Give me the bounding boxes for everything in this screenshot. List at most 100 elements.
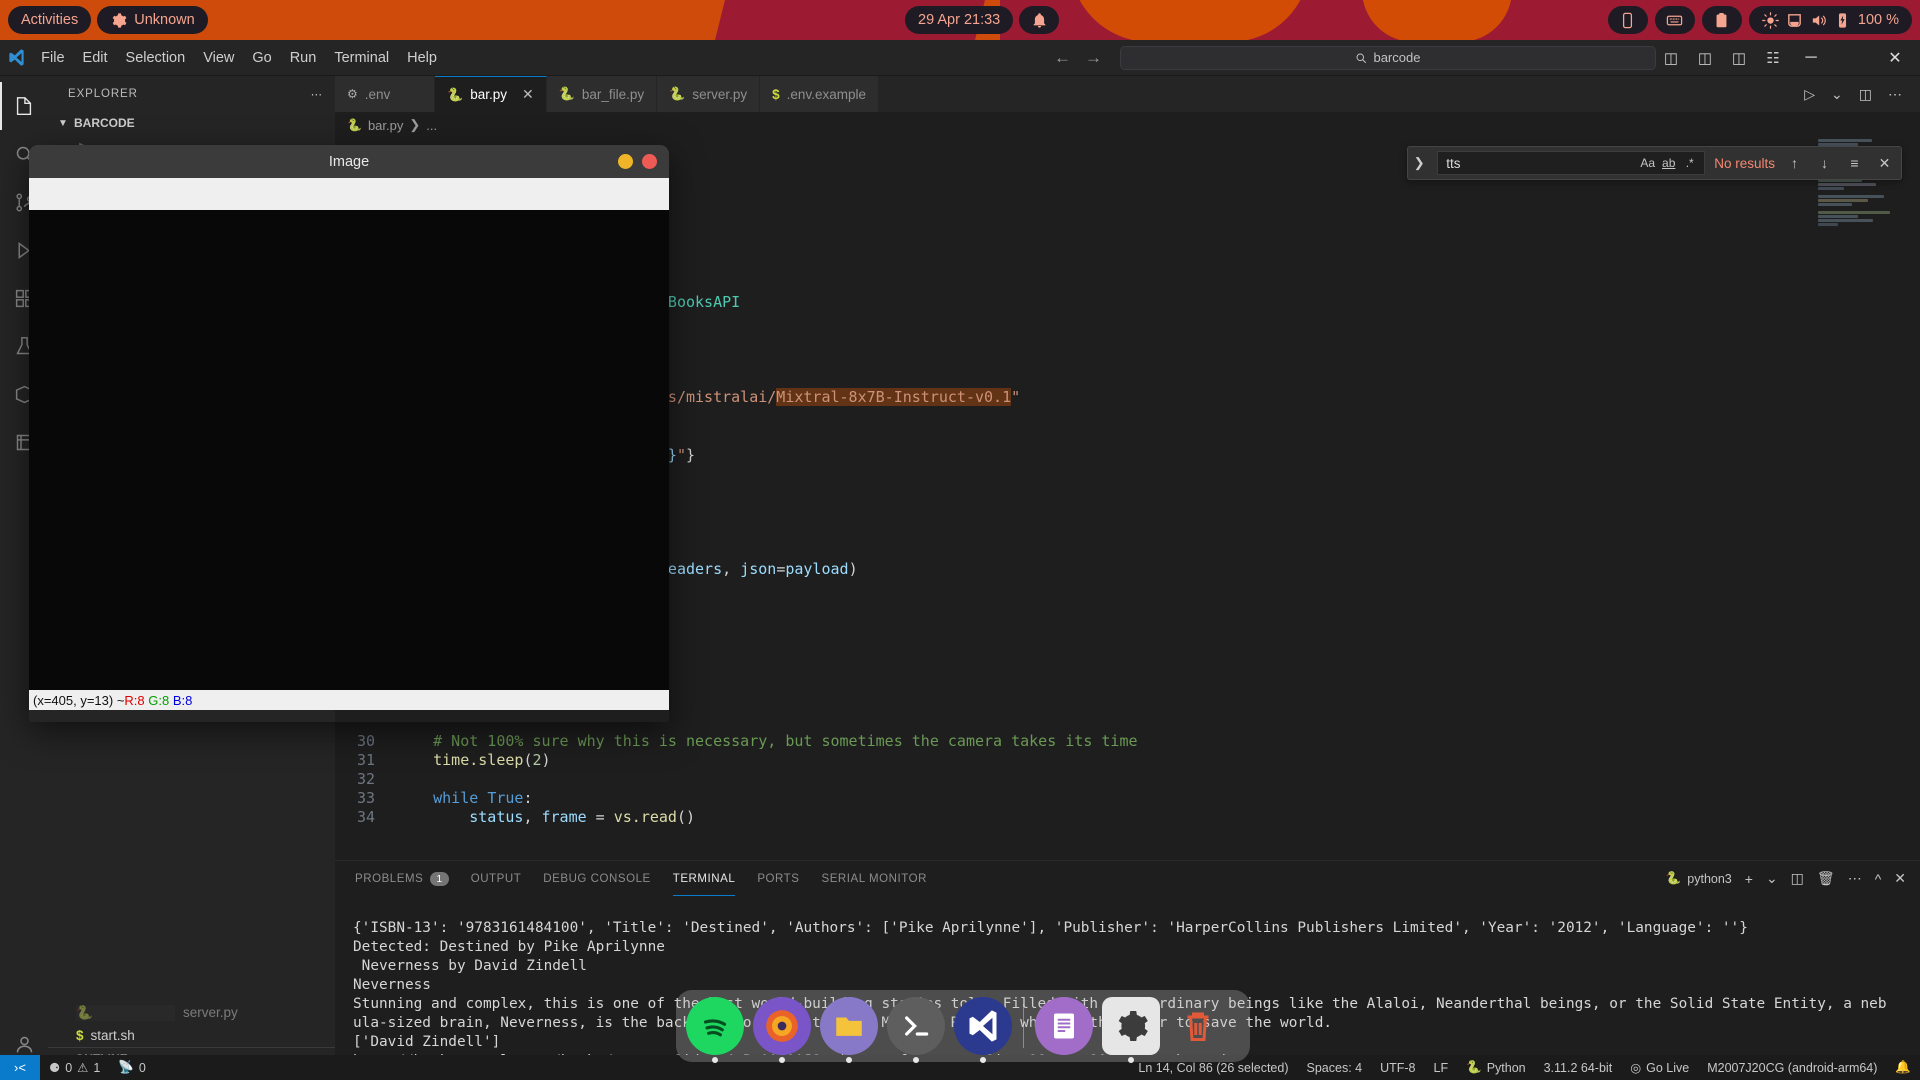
menu-view[interactable]: View <box>194 46 243 70</box>
menu-run[interactable]: Run <box>281 46 326 70</box>
status-interpreter[interactable]: 3.11.2 64-bit <box>1535 1055 1622 1080</box>
chevron-right-icon[interactable]: ❯ <box>1410 155 1428 171</box>
list-item-server-py[interactable]: 🐍 server.py <box>48 1001 335 1024</box>
explorer-more-actions-icon[interactable]: ⋯ <box>311 87 323 101</box>
battery-percent-label: 100 % <box>1857 12 1899 28</box>
editor-run-button[interactable]: ▷ <box>1804 86 1815 103</box>
tab-env-example[interactable]: $ .env.example <box>760 76 879 112</box>
menu-terminal[interactable]: Terminal <box>325 46 398 70</box>
maximize-panel-icon[interactable]: ^ <box>1875 871 1882 887</box>
close-panel-icon[interactable]: ✕ <box>1894 870 1906 887</box>
app-menu-button[interactable]: Unknown <box>97 6 208 34</box>
find-input[interactable]: tts Aa ab .* <box>1437 151 1706 175</box>
menu-go[interactable]: Go <box>243 46 280 70</box>
close-button[interactable] <box>642 154 657 169</box>
phone-indicator-button[interactable] <box>1607 6 1648 34</box>
use-regex-icon[interactable]: .* <box>1679 154 1700 173</box>
status-indentation[interactable]: Spaces: 4 <box>1298 1055 1372 1080</box>
panel-left-icon[interactable]: ◫ <box>1656 49 1686 67</box>
status-eol[interactable]: LF <box>1425 1055 1458 1080</box>
tab-serial-monitor[interactable]: SERIAL MONITOR <box>821 861 926 896</box>
broadcast-icon: ◎ <box>1630 1061 1642 1075</box>
breadcrumb-file[interactable]: bar.py <box>368 118 403 133</box>
dock-item-settings[interactable] <box>1102 997 1160 1055</box>
pixel-green-value: G:8 <box>148 692 170 708</box>
tab-env[interactable]: ⚙ .env <box>335 76 435 112</box>
tab-bar-file-py[interactable]: 🐍 bar_file.py <box>546 76 658 112</box>
activity-explorer-icon[interactable] <box>0 82 48 130</box>
menu-edit[interactable]: Edit <box>74 46 117 70</box>
activities-button[interactable]: Activities <box>8 6 92 34</box>
image-window-titlebar[interactable]: Image <box>29 145 669 178</box>
terminal-instance-name[interactable]: 🐍 python3 <box>1666 871 1732 886</box>
status-language-mode[interactable]: 🐍 Python <box>1457 1055 1535 1080</box>
panel-right-icon[interactable]: ◫ <box>1724 49 1754 67</box>
maximize-button[interactable] <box>1834 41 1872 75</box>
notifications-button[interactable] <box>1019 6 1060 34</box>
tab-close-icon[interactable]: ✕ <box>522 86 534 103</box>
explorer-root-folder[interactable]: ▼ BARCODE <box>48 111 335 135</box>
match-case-icon[interactable]: Aa <box>1637 154 1658 173</box>
layout-grid-icon[interactable]: ☷ <box>1758 49 1788 67</box>
image-viewer-window[interactable]: Image (x=405, y=13) ~ R:8 G:8 B:8 <box>29 145 669 722</box>
tab-ports[interactable]: PORTS <box>757 861 799 896</box>
tab-problems[interactable]: PROBLEMS 1 <box>355 861 449 896</box>
remote-window-icon[interactable]: ›< <box>0 1055 40 1080</box>
dock-item-files[interactable] <box>820 997 878 1055</box>
match-whole-word-icon[interactable]: ab <box>1658 154 1679 173</box>
panel-bottom-icon[interactable]: ◫ <box>1690 49 1720 67</box>
status-device[interactable]: M2007J20CG (android-arm64) <box>1698 1055 1886 1080</box>
tab-debug-console[interactable]: DEBUG CONSOLE <box>543 861 650 896</box>
nav-forward-button[interactable]: → <box>1085 48 1102 68</box>
dock-item-text-editor[interactable] <box>1035 997 1093 1055</box>
tab-output[interactable]: OUTPUT <box>471 861 522 896</box>
clock-button[interactable]: 29 Apr 21:33 <box>905 6 1014 34</box>
minimize-button[interactable] <box>618 154 633 169</box>
chevron-down-icon: ▼ <box>58 117 68 129</box>
menu-selection[interactable]: Selection <box>117 46 195 70</box>
image-canvas[interactable] <box>29 210 669 690</box>
find-close-icon[interactable]: ✕ <box>1874 155 1895 172</box>
tab-bar-py[interactable]: 🐍 bar.py ✕ <box>435 76 547 112</box>
new-terminal-icon[interactable]: + <box>1745 871 1753 887</box>
status-go-live[interactable]: ◎ Go Live <box>1621 1055 1698 1080</box>
minimize-button[interactable]: ─ <box>1792 41 1830 75</box>
find-previous-icon[interactable]: ↑ <box>1784 155 1805 171</box>
dock-item-firefox[interactable] <box>753 997 811 1055</box>
tab-server-py[interactable]: 🐍 server.py <box>657 76 761 112</box>
status-notifications-bell-icon[interactable]: 🔔 <box>1886 1055 1920 1080</box>
find-next-icon[interactable]: ↓ <box>1814 155 1835 171</box>
status-ports[interactable]: 📡 0 <box>109 1055 155 1080</box>
kill-terminal-icon[interactable]: 🗑 <box>1817 870 1835 887</box>
system-indicators-button[interactable]: 100 % <box>1748 6 1912 34</box>
clipboard-indicator-button[interactable] <box>1701 6 1742 34</box>
tab-terminal[interactable]: TERMINAL <box>672 861 736 896</box>
application-dock <box>676 990 1250 1062</box>
split-terminal-icon[interactable]: ◫ <box>1791 870 1804 887</box>
editor-split-icon[interactable]: ◫ <box>1859 86 1872 103</box>
list-item-start-sh[interactable]: $ start.sh <box>48 1024 335 1047</box>
status-problems[interactable]: ⚈ 0 ⚠ 1 <box>40 1055 109 1080</box>
top-bar-left: Activities Unknown <box>8 6 208 34</box>
keyboard-indicator-button[interactable] <box>1654 6 1695 34</box>
dock-item-terminal[interactable] <box>887 997 945 1055</box>
status-encoding[interactable]: UTF-8 <box>1371 1055 1424 1080</box>
find-in-selection-icon[interactable]: ≡ <box>1844 155 1865 171</box>
command-center[interactable]: barcode <box>1119 45 1656 70</box>
editor-run-dropdown-icon[interactable]: ⌄ <box>1831 86 1843 103</box>
menu-help[interactable]: Help <box>398 46 446 70</box>
python-icon: 🐍 <box>1665 871 1682 885</box>
editor-more-actions-icon[interactable]: ⋯ <box>1888 86 1902 103</box>
breadcrumb-rest[interactable]: ... <box>426 118 437 133</box>
terminal-dropdown-icon[interactable]: ⌄ <box>1766 870 1778 887</box>
panel-more-actions-icon[interactable]: ⋯ <box>1848 870 1862 887</box>
dock-item-spotify[interactable] <box>686 997 744 1055</box>
close-button[interactable]: ✕ <box>1876 41 1914 75</box>
menu-file[interactable]: File <box>32 46 73 70</box>
dock-item-vscode[interactable] <box>954 997 1012 1055</box>
gear-icon <box>112 12 127 28</box>
dock-item-trash[interactable] <box>1169 997 1227 1055</box>
document-icon <box>1054 1013 1074 1039</box>
dock-separator <box>1023 1004 1024 1048</box>
nav-back-button[interactable]: ← <box>1054 48 1071 68</box>
